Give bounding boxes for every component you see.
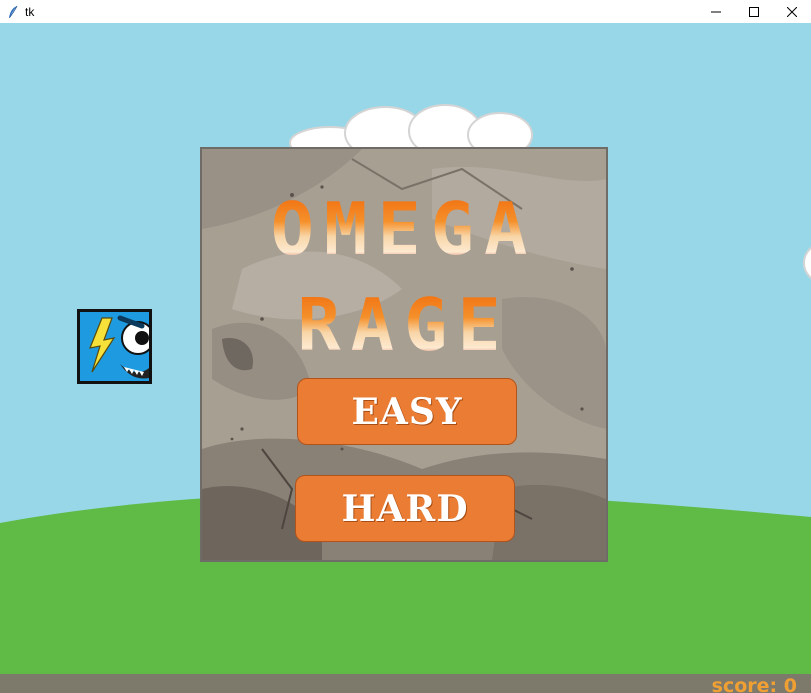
score-display: score: 0 (711, 675, 797, 693)
lightning-monster-icon (80, 312, 149, 381)
game-window: tk OMEGA RAGE EASY HARD score: 0 (0, 0, 811, 693)
window-controls (697, 0, 811, 23)
title-bar: tk (0, 0, 811, 23)
hard-button[interactable]: HARD (295, 475, 515, 542)
start-menu-panel: OMEGA RAGE EASY HARD (200, 147, 608, 562)
easy-button[interactable]: EASY (297, 378, 517, 445)
close-button[interactable] (773, 0, 811, 23)
cloud-edge (803, 246, 811, 280)
minimize-icon (711, 11, 721, 12)
feather-icon (6, 5, 20, 19)
maximize-icon (749, 6, 759, 17)
close-icon (787, 6, 797, 17)
game-canvas[interactable]: OMEGA RAGE EASY HARD score: 0 (0, 23, 811, 693)
game-title-line-2: RAGE (202, 287, 606, 363)
window-title: tk (25, 4, 35, 19)
game-title-line-1: OMEGA (202, 191, 606, 267)
minimize-button[interactable] (697, 0, 735, 23)
player-sprite (77, 309, 152, 384)
maximize-button[interactable] (735, 0, 773, 23)
ground-bar (0, 674, 811, 693)
